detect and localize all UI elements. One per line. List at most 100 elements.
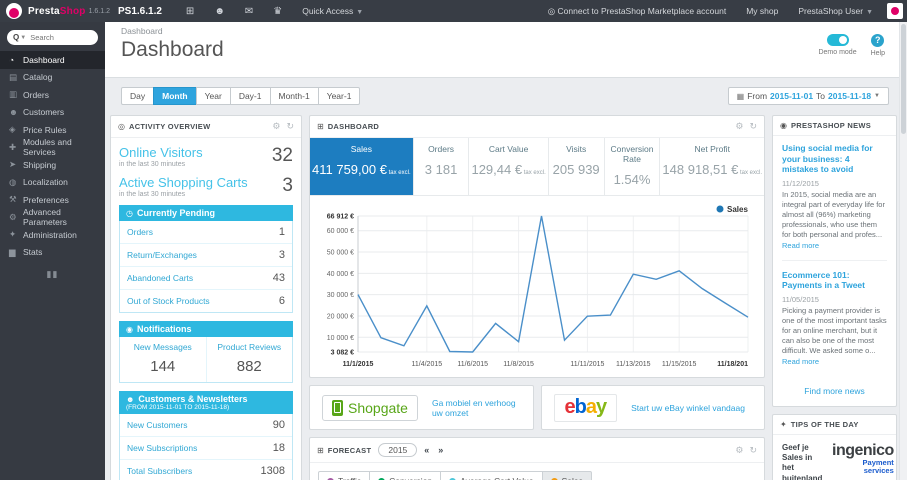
row-link[interactable]: Orders: [127, 227, 153, 237]
section-row: Total Subscribers 1308: [120, 460, 292, 480]
sidebar-item-preferences[interactable]: ⚒ Preferences: [0, 191, 105, 209]
sidebar-item-localization[interactable]: ◍ Localization: [0, 174, 105, 192]
scrollbar-thumb[interactable]: [901, 24, 906, 134]
sidebar-nav: ◔ Dashboard ▤ Catalog ▥ Orders ☻ Customers ◈ Pric…: [0, 51, 105, 261]
page-scrollbar[interactable]: [899, 22, 907, 480]
profile-icon[interactable]: ☻: [204, 6, 235, 17]
forecast-toggle-traffic[interactable]: Traffic: [318, 471, 371, 480]
trophy-icon[interactable]: ♛: [263, 6, 292, 17]
quick-access-menu[interactable]: Quick Access ▼: [292, 6, 373, 16]
row-link[interactable]: Total Subscribers: [127, 466, 192, 476]
row-link[interactable]: Abandoned Carts: [127, 273, 193, 283]
read-more-link[interactable]: Read more: [782, 357, 819, 366]
sidebar-collapse-button[interactable]: ▮▮: [0, 269, 105, 280]
cart-icon[interactable]: ⊞: [176, 6, 204, 17]
section-subtitle: (FROM 2015-11-01 TO 2015-11-18): [126, 404, 230, 411]
sidebar-item-orders[interactable]: ▥ Orders: [0, 86, 105, 104]
forecast-toggle-sales[interactable]: Sales: [541, 471, 592, 480]
date-range-picker[interactable]: ▦ From 2015-11-01 To 2015-11-18 ▼: [727, 87, 889, 105]
next-year-button[interactable]: »: [436, 445, 445, 455]
kpi-tab-cart-value[interactable]: Cart Value 129,44 € tax excl.: [469, 138, 549, 195]
col-link[interactable]: Product Reviews: [211, 342, 289, 352]
sidebar-item-advanced-parameters[interactable]: ⚙ Advanced Parameters: [0, 207, 105, 227]
sidebar-item-price-rules[interactable]: ◈ Price Rules: [0, 121, 105, 139]
refresh-icon[interactable]: ↻: [749, 121, 757, 132]
stat-label[interactable]: Active Shopping Carts: [119, 175, 248, 190]
news-title-link[interactable]: Using social media for your business: 4 …: [782, 143, 887, 175]
shopgate-link[interactable]: Ga mobiel en verhoog uw omzet: [432, 398, 521, 418]
price-rules-icon: ◈: [9, 124, 16, 135]
kpi-tab-visits[interactable]: Visits 205 939: [549, 138, 605, 195]
demo-mode-toggle[interactable]: Demo mode: [818, 34, 857, 77]
sidebar-item-shipping[interactable]: ➤ Shipping: [0, 156, 105, 174]
forecast-toggle-conversion[interactable]: Conversion: [369, 471, 442, 480]
forecast-toggle-average-cart-value[interactable]: Average Cart Value: [440, 471, 543, 480]
search-input[interactable]: [30, 33, 89, 42]
row-link[interactable]: Return/Exchanges: [127, 250, 197, 260]
range-button-month[interactable]: Month: [153, 87, 197, 105]
stat-value: 32: [271, 145, 293, 166]
sidebar-item-administration[interactable]: ✦ Administration: [0, 226, 105, 244]
sidebar-item-modules-and-services[interactable]: ✚ Modules and Services: [0, 137, 105, 157]
news-excerpt: In 2015, social media are an integral pa…: [782, 189, 885, 250]
shipping-icon: ➤: [9, 159, 17, 170]
kpi-value: 205 939: [552, 162, 600, 177]
my-shop-link[interactable]: My shop: [736, 6, 788, 16]
sidebar-item-stats[interactable]: ▆ Stats: [0, 244, 105, 262]
kpi-tab-conversion-rate[interactable]: Conversion Rate 1.54%: [605, 138, 661, 195]
customers-icon: ☻: [9, 107, 18, 118]
col-link[interactable]: New Messages: [124, 342, 202, 352]
kpi-tab-sales[interactable]: Sales 411 759,00 € tax excl.: [310, 138, 414, 195]
find-more-news-link[interactable]: Find more news: [773, 380, 896, 406]
help-icon[interactable]: ?: [871, 34, 885, 47]
administration-icon: ✦: [9, 229, 17, 240]
mail-icon[interactable]: ✉: [235, 6, 263, 17]
svg-text:30 000 €: 30 000 €: [327, 292, 354, 299]
kpi-tab-net-profit[interactable]: Net Profit 148 918,51 € tax excl.: [660, 138, 764, 195]
topbar: PrestaShop 1.6.1.2 PS1.6.1.2 ⊞ ☻ ✉ ♛ Qui…: [0, 0, 907, 22]
refresh-icon[interactable]: ↻: [286, 121, 294, 132]
news-title-link[interactable]: Ecommerce 101: Payments in a Tweet: [782, 270, 887, 291]
ebay-ad[interactable]: ebay Start uw eBay winkel vandaag: [540, 385, 765, 430]
shop-name[interactable]: PS1.6.1.2: [118, 6, 162, 17]
range-button-day-1[interactable]: Day-1: [229, 87, 271, 105]
row-link[interactable]: New Subscriptions: [127, 443, 197, 453]
user-menu[interactable]: PrestaShop User ▼: [788, 6, 883, 16]
shopgate-ad[interactable]: Shopgate Ga mobiel en verhoog uw omzet: [309, 385, 534, 430]
sidebar-search[interactable]: Q ▼: [7, 30, 98, 45]
stat-subtitle: in the last 30 minutes: [119, 161, 186, 168]
gear-icon[interactable]: ⚙: [735, 121, 743, 132]
activity-stats: Online Visitors in the last 30 minutes 32 A…: [119, 145, 293, 198]
help-button[interactable]: ? Help: [871, 34, 885, 77]
gear-icon[interactable]: ⚙: [272, 121, 280, 132]
sidebar-item-catalog[interactable]: ▤ Catalog: [0, 69, 105, 87]
toggle-icon[interactable]: [826, 34, 849, 46]
read-more-link[interactable]: Read more: [782, 241, 819, 250]
ebay-link[interactable]: Start uw eBay winkel vandaag: [631, 403, 745, 413]
sidebar-item-label: Localization: [23, 177, 68, 188]
ebay-letter: b: [574, 395, 587, 418]
avatar[interactable]: [887, 3, 903, 19]
gear-icon[interactable]: ⚙: [735, 445, 743, 456]
cart-icon: ⊞: [317, 445, 324, 455]
row-link[interactable]: New Customers: [127, 420, 187, 430]
sidebar-item-dashboard[interactable]: ◔ Dashboard: [0, 51, 105, 69]
row-link[interactable]: Out of Stock Products: [127, 296, 210, 306]
kpi-tab-orders[interactable]: Orders 3 181: [414, 138, 470, 195]
sidebar-item-label: Preferences: [23, 194, 69, 205]
prestashop-logo: [6, 3, 22, 19]
range-button-year[interactable]: Year: [195, 87, 231, 105]
chevron-down-icon: ▼: [866, 9, 873, 16]
refresh-icon[interactable]: ↻: [749, 445, 757, 456]
marketplace-link[interactable]: ◎ Connect to PrestaShop Marketplace acco…: [538, 6, 736, 17]
range-button-year-1[interactable]: Year-1: [317, 87, 361, 105]
range-button-day[interactable]: Day: [121, 87, 155, 105]
range-button-month-1[interactable]: Month-1: [269, 87, 319, 105]
stat-label[interactable]: Online Visitors: [119, 145, 203, 160]
orders-icon: ▥: [9, 89, 18, 100]
previous-year-button[interactable]: «: [422, 445, 431, 455]
stats-icon: ▆: [9, 246, 16, 257]
chevron-down-icon[interactable]: ▼: [20, 35, 26, 41]
sidebar-item-customers[interactable]: ☻ Customers: [0, 104, 105, 122]
phone-icon: [332, 399, 343, 416]
